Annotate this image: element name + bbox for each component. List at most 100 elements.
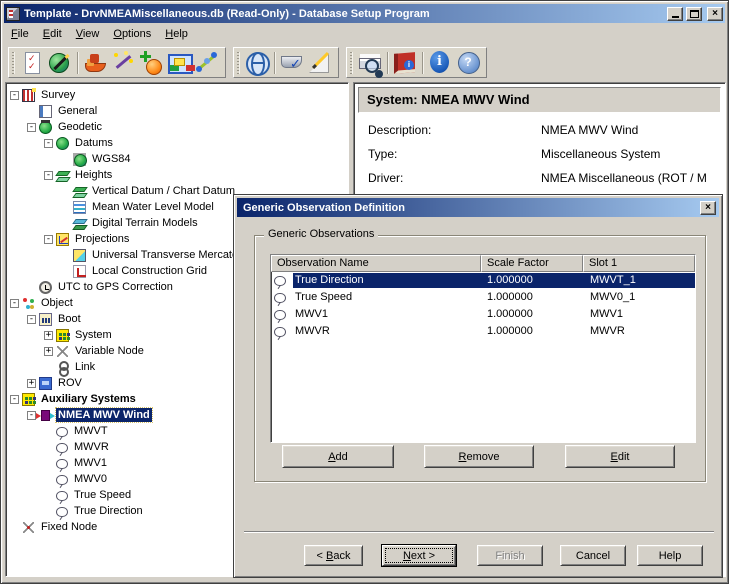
description-value: NMEA MWV Wind [541, 123, 638, 137]
observation-row-true-direction[interactable]: True Direction1.000000MWVT_1 [271, 272, 695, 289]
toolbar-gripper[interactable] [350, 52, 353, 74]
tree-item-label[interactable]: MWVR [72, 440, 111, 454]
minimize-icon [672, 16, 679, 18]
tree-item-geodetic: - Geodetic [6, 119, 348, 135]
layers-icon [56, 169, 69, 182]
collapse-toggle[interactable]: - [10, 91, 19, 100]
wand-icon[interactable] [109, 49, 137, 76]
tree-indent [27, 107, 36, 116]
expand-toggle[interactable]: + [44, 347, 53, 356]
tree-item-label[interactable]: MWVT [72, 424, 110, 438]
cell-slot: MWV0_1 [583, 290, 695, 305]
next-button[interactable]: Next > [382, 545, 456, 566]
observations-list[interactable]: Observation Name Scale Factor Slot 1 Tru… [270, 254, 696, 443]
tree-item-label[interactable]: MWV0 [72, 472, 109, 486]
print-preview-icon[interactable] [356, 49, 384, 76]
globe-wand-icon[interactable] [46, 49, 74, 76]
tree-item-label[interactable]: Projections [73, 232, 131, 246]
node-path-icon[interactable] [193, 49, 221, 76]
vessel-check-icon[interactable] [278, 49, 306, 76]
tree-item-label[interactable]: Vertical Datum / Chart Datum [90, 184, 237, 198]
minimize-button[interactable] [667, 7, 683, 21]
cancel-button[interactable]: Cancel [560, 545, 626, 566]
tree-item-label[interactable]: UTC to GPS Correction [56, 280, 175, 294]
dialog-close-button[interactable]: × [700, 201, 716, 215]
menu-edit[interactable]: Edit [36, 26, 69, 42]
collapse-toggle[interactable]: - [10, 395, 19, 404]
help-button[interactable]: Help [637, 545, 703, 566]
tree-item-label[interactable]: Link [73, 360, 97, 374]
collapse-toggle[interactable]: - [44, 235, 53, 244]
add-button[interactable]: Add [282, 445, 394, 468]
validate-icon[interactable] [18, 49, 46, 76]
toolbar-separator [422, 52, 423, 74]
expand-toggle[interactable]: + [27, 379, 36, 388]
tree-item-label[interactable]: Auxiliary Systems [39, 392, 138, 406]
tree-item-label[interactable]: Local Construction Grid [90, 264, 209, 278]
tree-item-label[interactable]: True Direction [72, 504, 145, 518]
row-icon-cell [271, 326, 293, 337]
tree-item-label[interactable]: Fixed Node [39, 520, 99, 534]
collapse-toggle[interactable]: - [27, 411, 36, 420]
protractor-icon[interactable] [306, 49, 334, 76]
back-button[interactable]: < Back [304, 545, 363, 566]
tree-item-label[interactable]: Universal Transverse Mercator [90, 248, 244, 262]
close-button[interactable]: × [707, 7, 723, 21]
observation-row-mwvr[interactable]: MWVR1.000000MWVR [271, 323, 695, 340]
tree-item-label[interactable]: Heights [73, 168, 114, 182]
toolbar-gripper[interactable] [237, 52, 240, 74]
tree-item-label[interactable]: System [73, 328, 114, 342]
tree-item-label[interactable]: General [56, 104, 99, 118]
menu-file[interactable]: File [4, 26, 36, 42]
maximize-button[interactable] [686, 7, 702, 21]
observation-row-mwv1[interactable]: MWV11.000000MWV1 [271, 306, 695, 323]
expand-toggle[interactable]: + [44, 331, 53, 340]
cell-name: True Speed [293, 290, 481, 305]
column-header-scale-factor[interactable]: Scale Factor [481, 255, 583, 272]
tree-item-label[interactable]: WGS84 [90, 152, 133, 166]
tree-item-label[interactable]: True Speed [72, 488, 133, 502]
help-book-icon[interactable] [391, 49, 419, 76]
add-node-icon[interactable] [137, 49, 165, 76]
menu-options[interactable]: Options [106, 26, 158, 42]
collapse-toggle[interactable]: - [27, 315, 36, 324]
tree-item-label[interactable]: Survey [39, 88, 77, 102]
column-header-observation-name[interactable]: Observation Name [271, 255, 481, 272]
collapse-toggle[interactable]: - [10, 299, 19, 308]
network-box-icon[interactable] [165, 49, 193, 76]
tree-item-label[interactable]: Datums [73, 136, 115, 150]
help-icon[interactable] [454, 49, 482, 76]
info-icon[interactable] [426, 49, 454, 76]
tree-item-label[interactable]: Boot [56, 312, 83, 326]
map-icon [73, 249, 86, 262]
tree-item-label[interactable]: Variable Node [73, 344, 146, 358]
menu-help[interactable]: Help [158, 26, 195, 42]
finish-button[interactable]: Finish [477, 545, 543, 566]
dialog-title-bar: Generic Observation Definition × [237, 198, 719, 217]
window-title: Template - DrvNMEAMiscellaneous.db (Read… [23, 8, 664, 20]
observation-row-true-speed[interactable]: True Speed1.000000MWV0_1 [271, 289, 695, 306]
edit-button[interactable]: Edit [565, 445, 675, 468]
tree-item-label[interactable]: Digital Terrain Models [90, 216, 200, 230]
observation-bubble-icon [56, 475, 68, 485]
column-header-slot-1[interactable]: Slot 1 [583, 255, 695, 272]
tree-item-label[interactable]: ROV [56, 376, 84, 390]
remove-button[interactable]: Remove [424, 445, 534, 468]
collapse-toggle[interactable]: - [44, 139, 53, 148]
tree-item-label[interactable]: Mean Water Level Model [90, 200, 216, 214]
driver-label: Driver: [368, 171, 541, 185]
boat-icon[interactable] [81, 49, 109, 76]
collapse-toggle[interactable]: - [44, 171, 53, 180]
collapse-toggle[interactable]: - [27, 123, 36, 132]
menu-view[interactable]: View [69, 26, 107, 42]
tree-item-wgs84: WGS84 [6, 151, 348, 167]
globe-icon[interactable] [243, 49, 271, 76]
tree-item-label[interactable]: Geodetic [56, 120, 104, 134]
toolbar-gripper[interactable] [12, 52, 15, 74]
detail-row-description: Description: NMEA MWV Wind [368, 123, 725, 137]
notebook-icon [39, 105, 52, 118]
tree-item-label[interactable]: NMEA MWV Wind [56, 408, 152, 422]
detail-row-type: Type: Miscellaneous System [368, 147, 725, 161]
tree-item-label[interactable]: MWV1 [72, 456, 109, 470]
tree-item-label[interactable]: Object [39, 296, 75, 310]
